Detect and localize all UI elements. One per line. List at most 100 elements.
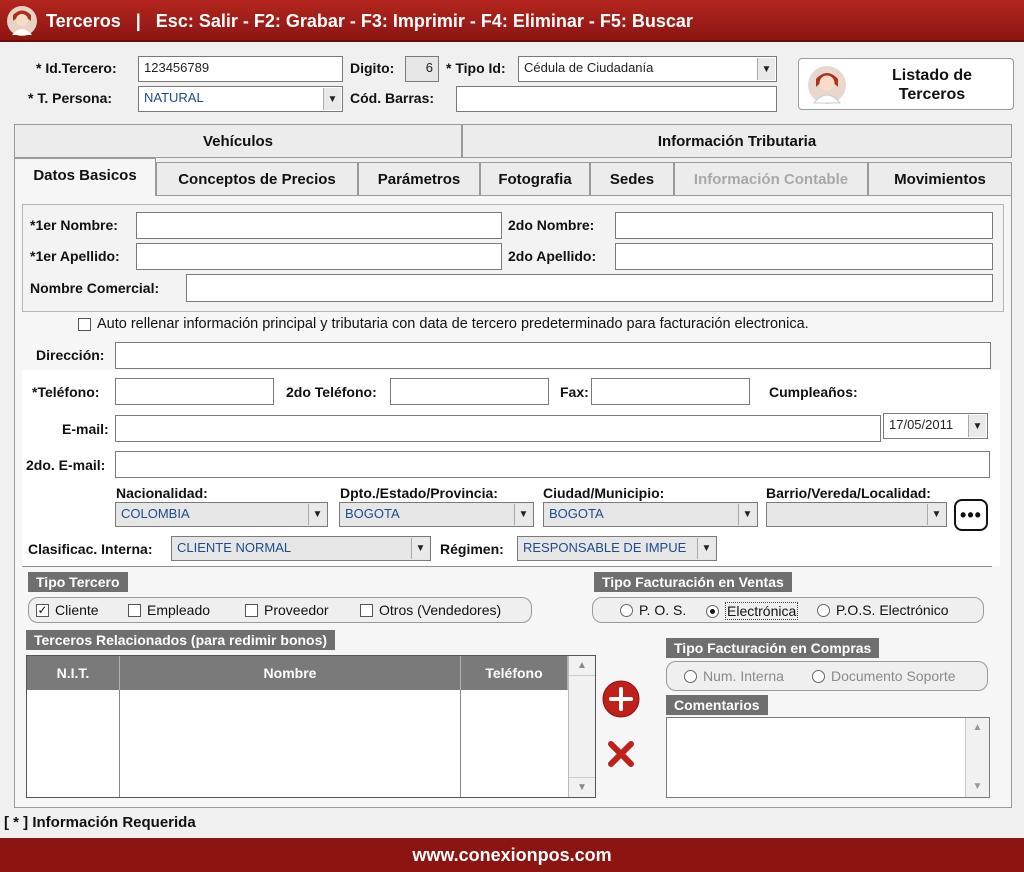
pos-label: P. O. S. [639, 602, 687, 618]
tab-conceptos-precios[interactable]: Conceptos de Precios [156, 162, 358, 196]
chevron-down-icon[interactable]: ▼ [757, 58, 775, 80]
fax-label: Fax: [560, 384, 589, 400]
regimen-select[interactable]: RESPONSABLE DE IMPUE ▼ [517, 536, 717, 561]
listado-terceros-label: Listado de Terceros [891, 67, 972, 103]
segundo-nombre-label: 2do Nombre: [508, 217, 595, 233]
tab-sedes[interactable]: Sedes [590, 162, 674, 196]
title-separator: | [135, 11, 141, 31]
dpto-label: Dpto./Estado/Provincia: [340, 485, 498, 501]
comentarios-scrollbar[interactable]: ▲ ▼ [965, 718, 989, 797]
electronica-radio[interactable]: Electrónica [706, 602, 799, 620]
chevron-down-icon[interactable]: ▼ [927, 504, 945, 525]
cliente-checkbox[interactable]: ✓ Cliente [36, 602, 99, 618]
scroll-up-icon[interactable]: ▲ [569, 656, 595, 676]
nombre-comercial-input[interactable] [186, 274, 993, 302]
id-tercero-label: * Id.Tercero: [36, 60, 117, 76]
num-interna-radio[interactable]: Num. Interna [684, 668, 784, 684]
fax-input[interactable] [591, 378, 750, 405]
scroll-down-icon[interactable]: ▼ [569, 777, 595, 797]
column-divider [460, 690, 461, 797]
more-options-button[interactable]: ••• [954, 499, 988, 531]
chevron-down-icon[interactable]: ▼ [968, 415, 986, 437]
nacionalidad-select[interactable]: COLOMBIA ▼ [115, 502, 328, 527]
radio-icon[interactable] [812, 669, 825, 683]
column-header-nombre[interactable]: Nombre [120, 656, 461, 690]
clasificacion-label: Clasificac. Interna: [28, 541, 153, 557]
tab-datos-basicos[interactable]: Datos Basicos [14, 158, 156, 196]
documento-soporte-label: Documento Soporte [831, 668, 956, 684]
scroll-up-icon[interactable]: ▲ [966, 718, 989, 738]
footer-url[interactable]: www.conexionpos.com [412, 845, 611, 866]
segundo-nombre-input[interactable] [615, 212, 993, 239]
tab-parametros[interactable]: Parámetros [358, 162, 480, 196]
tab-informacion-contable: Información Contable [674, 162, 868, 196]
divider [22, 566, 992, 567]
tab-fotografia[interactable]: Fotografia [480, 162, 590, 196]
tab-informacion-tributaria[interactable]: Información Tributaria [462, 124, 1012, 158]
primer-nombre-input[interactable] [136, 212, 502, 239]
proveedor-label: Proveedor [264, 602, 329, 618]
t-persona-select[interactable]: NATURAL ▼ [138, 86, 343, 112]
barrio-select[interactable]: ▼ [766, 502, 947, 527]
relacionados-title: Terceros Relacionados (para redimir bono… [26, 630, 336, 650]
delete-button[interactable] [606, 739, 636, 769]
tipo-id-label: * Tipo Id: [446, 60, 506, 76]
chevron-down-icon[interactable]: ▼ [411, 538, 429, 559]
digito-field: 6 [405, 56, 439, 82]
segundo-apellido-input[interactable] [615, 243, 993, 270]
radio-icon[interactable] [684, 669, 697, 683]
primer-apellido-label: *1er Apellido: [30, 248, 120, 264]
empleado-checkbox[interactable]: Empleado [128, 602, 210, 618]
segundo-apellido-label: 2do Apellido: [508, 248, 597, 264]
ciudad-select[interactable]: BOGOTA ▼ [543, 502, 758, 527]
primer-apellido-input[interactable] [136, 243, 502, 270]
comentarios-title: Comentarios [666, 695, 768, 715]
telefono-input[interactable] [115, 378, 274, 405]
segundo-telefono-input[interactable] [390, 378, 549, 405]
radio-icon[interactable] [817, 603, 830, 617]
scroll-down-icon[interactable]: ▼ [966, 777, 989, 797]
window-app-name: Terceros [46, 11, 121, 31]
listado-terceros-button[interactable]: Listado de Terceros [798, 58, 1014, 110]
chevron-down-icon[interactable]: ▼ [308, 504, 326, 525]
tipo-id-select[interactable]: Cédula de Ciudadanía ▼ [518, 56, 777, 82]
chevron-down-icon[interactable]: ▼ [514, 504, 532, 525]
pos-electronico-radio[interactable]: P.O.S. Electrónico [817, 602, 949, 618]
checkbox-checked-icon[interactable]: ✓ [36, 603, 49, 617]
checkbox-icon[interactable] [360, 603, 373, 617]
checkbox-icon[interactable] [128, 603, 141, 617]
column-header-nit[interactable]: N.I.T. [27, 656, 120, 690]
column-header-telefono[interactable]: Teléfono [461, 656, 568, 690]
email-input[interactable] [115, 415, 881, 442]
radio-selected-icon[interactable] [706, 604, 719, 618]
chevron-down-icon[interactable]: ▼ [738, 504, 756, 525]
otros-checkbox[interactable]: Otros (Vendedores) [360, 602, 501, 618]
table-scrollbar[interactable]: ▲ ▼ [568, 656, 595, 797]
dpto-select[interactable]: BOGOTA ▼ [339, 502, 534, 527]
segundo-email-input[interactable] [115, 451, 990, 478]
id-tercero-input[interactable]: 123456789 [138, 56, 343, 82]
pos-radio[interactable]: P. O. S. [620, 602, 686, 618]
email-label: E-mail: [62, 421, 109, 437]
t-persona-value: NATURAL [144, 90, 204, 105]
documento-soporte-radio[interactable]: Documento Soporte [812, 668, 956, 684]
clasificacion-select[interactable]: CLIENTE NORMAL ▼ [171, 536, 431, 561]
comentarios-textarea[interactable] [666, 717, 990, 798]
tab-movimientos[interactable]: Movimientos [868, 162, 1012, 196]
cumpleanos-date-picker[interactable]: 17/05/2011 ▼ [883, 413, 988, 439]
facturacion-ventas-title: Tipo Facturación en Ventas [594, 572, 792, 592]
tipo-id-value: Cédula de Ciudadanía [524, 60, 654, 75]
add-button[interactable] [602, 680, 640, 718]
auto-rellenar-checkbox[interactable]: Auto rellenar información principal y tr… [78, 316, 809, 332]
ciudad-value: BOGOTA [549, 506, 604, 521]
radio-icon[interactable] [620, 603, 633, 617]
chevron-down-icon[interactable]: ▼ [323, 88, 341, 110]
checkbox-icon[interactable] [78, 317, 91, 331]
proveedor-checkbox[interactable]: Proveedor [245, 602, 329, 618]
tab-vehiculos[interactable]: Vehículos [14, 124, 462, 158]
regimen-value: RESPONSABLE DE IMPUE [523, 540, 687, 555]
direccion-input[interactable] [115, 342, 991, 369]
checkbox-icon[interactable] [245, 603, 258, 617]
chevron-down-icon[interactable]: ▼ [697, 538, 715, 559]
cod-barras-input[interactable] [456, 86, 777, 112]
